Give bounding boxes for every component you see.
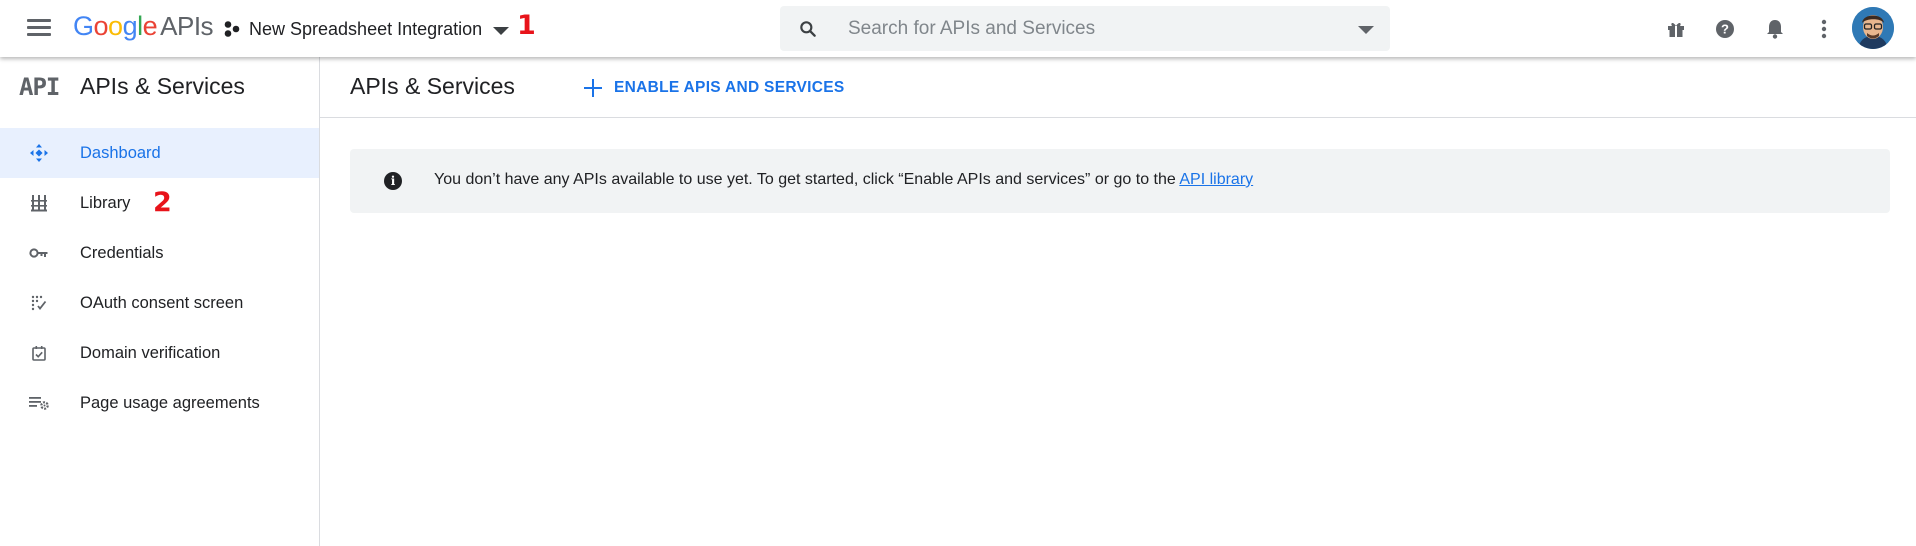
more-vert-icon[interactable] <box>1810 15 1838 43</box>
search-input[interactable] <box>848 6 1328 51</box>
consent-icon <box>28 293 50 313</box>
info-message: You don’t have any APIs available to use… <box>434 171 1180 188</box>
info-icon: i <box>384 172 402 190</box>
info-banner: i You don’t have any APIs available to u… <box>350 149 1890 213</box>
project-icon <box>224 21 240 37</box>
sidebar-title: APIs & Services <box>80 73 245 99</box>
settings-list-icon <box>28 393 50 413</box>
sidebar-item-domain-verification[interactable]: Domain verification <box>0 328 319 378</box>
sidebar-item-label: Library <box>80 193 131 212</box>
project-name: New Spreadsheet Integration <box>249 18 483 39</box>
sidebar-item-label: Domain verification <box>80 343 221 362</box>
google-logo-letter: o <box>93 11 109 41</box>
library-icon <box>28 193 50 213</box>
sidebar-item-credentials[interactable]: Credentials <box>0 228 319 278</box>
search-icon[interactable] <box>798 19 818 39</box>
search-bar[interactable] <box>780 6 1390 51</box>
sidebar-item-label: Page usage agreements <box>80 393 260 412</box>
logo-apis-text: APIs <box>160 11 214 41</box>
project-selector[interactable]: New Spreadsheet Integration <box>223 14 510 44</box>
sidebar-nav: Dashboard Library 2 Credentials OAuth co… <box>0 128 319 428</box>
annotation-marker-2: 2 <box>153 187 172 218</box>
notifications-icon[interactable] <box>1761 15 1789 43</box>
sidebar-item-label: OAuth consent screen <box>80 293 244 312</box>
main-menu-icon[interactable] <box>24 16 54 40</box>
google-apis-logo[interactable]: Google APIs <box>73 10 214 42</box>
enable-apis-label: ENABLE APIS AND SERVICES <box>614 79 845 96</box>
main-header: APIs & Services ENABLE APIS AND SERVICES <box>320 57 1916 118</box>
gift-icon[interactable] <box>1662 15 1690 43</box>
chevron-down-icon <box>493 26 510 35</box>
google-logo-letter: g <box>122 11 138 41</box>
help-icon[interactable]: ? <box>1711 15 1739 43</box>
google-logo-letter: o <box>108 11 123 41</box>
dashboard-icon <box>28 143 50 163</box>
sidebar: API APIs & Services Dashboard Library 2 … <box>0 57 320 546</box>
annotation-marker-1: 1 <box>517 10 536 41</box>
sidebar-item-label: Dashboard <box>80 143 161 162</box>
sidebar-item-dashboard[interactable]: Dashboard <box>0 128 319 178</box>
add-icon <box>584 79 602 97</box>
top-app-bar: Google APIs New Spreadsheet Integration 1 <box>0 0 1916 57</box>
sidebar-item-library[interactable]: Library 2 <box>0 178 319 228</box>
sidebar-item-label: Credentials <box>80 243 164 262</box>
svg-text:?: ? <box>1721 22 1729 37</box>
api-icon: API <box>19 73 60 101</box>
checkbox-icon <box>28 343 50 363</box>
google-logo-letter: G <box>73 11 94 41</box>
key-icon <box>28 243 50 263</box>
sidebar-header: API APIs & Services <box>0 57 319 117</box>
enable-apis-button[interactable]: ENABLE APIS AND SERVICES <box>584 73 845 103</box>
sidebar-item-oauth-consent[interactable]: OAuth consent screen <box>0 278 319 328</box>
api-library-link[interactable]: API library <box>1179 171 1253 188</box>
sidebar-item-page-usage-agreements[interactable]: Page usage agreements <box>0 378 319 428</box>
info-banner-text: You don’t have any APIs available to use… <box>434 171 1253 189</box>
page-title: APIs & Services <box>350 73 515 99</box>
search-dropdown-icon[interactable] <box>1358 26 1374 34</box>
account-avatar[interactable] <box>1852 7 1894 49</box>
google-logo-letter: e <box>142 11 158 41</box>
